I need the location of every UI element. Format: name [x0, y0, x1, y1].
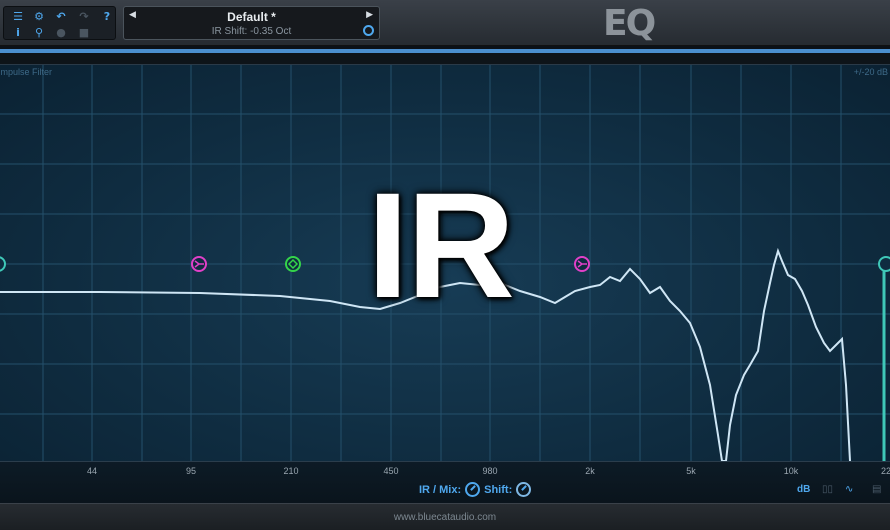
- filter-handle-1[interactable]: [0, 256, 6, 272]
- waveform-view-icon[interactable]: ∿: [845, 484, 853, 495]
- preset-name[interactable]: Default *: [124, 10, 379, 24]
- ir-mix-controls: IR / Mix: Shift:: [419, 482, 535, 497]
- footer-url[interactable]: www.bluecataudio.com: [0, 512, 890, 523]
- shift-knob-icon[interactable]: [516, 482, 532, 497]
- menu-icon[interactable]: ☰: [8, 9, 28, 23]
- redo-icon[interactable]: ↷: [74, 9, 94, 23]
- filter-handle-3[interactable]: [285, 256, 301, 272]
- freq-tick-10k: 10k: [783, 466, 799, 476]
- record-icon[interactable]: ●: [51, 25, 71, 39]
- lock-icon[interactable]: ■: [74, 25, 94, 39]
- bars-view-icon[interactable]: ▯▯: [822, 484, 833, 495]
- zoom-icon[interactable]: ⚲: [29, 25, 49, 39]
- filter-handle-2[interactable]: [191, 256, 207, 272]
- spectrum-view-icon[interactable]: ▤: [872, 484, 881, 495]
- freq-tick-980: 980: [482, 466, 498, 476]
- ir-shift-knob-icon[interactable]: [363, 25, 374, 36]
- eq-logo: EQ: [603, 3, 656, 44]
- top-toolbar: ☰ ⚙ ↶ ↷ ? i ⚲ ● ■ ◀ Default * ▶ IR Shift…: [0, 0, 890, 46]
- preset-subtitle: IR Shift: -0.35 Oct: [211, 26, 292, 37]
- filter-handle-5[interactable]: [878, 256, 890, 272]
- ir-overlay-title: IR: [367, 161, 515, 329]
- preset-next-icon[interactable]: ▶: [366, 10, 373, 20]
- freq-tick-210: 210: [283, 466, 299, 476]
- mix-knob-icon[interactable]: [465, 482, 481, 497]
- filter-handle-4[interactable]: [574, 256, 590, 272]
- freq-tick-95: 95: [185, 466, 197, 476]
- gear-icon[interactable]: ⚙: [29, 9, 49, 23]
- header-strip: [0, 53, 890, 65]
- graph-title: Impulse Filter: [0, 67, 53, 77]
- frequency-axis: 44 95 210 450 980 2k 5k 10k 22 IR / Mix:…: [0, 461, 890, 503]
- freq-tick-450: 450: [383, 466, 399, 476]
- freq-tick-2k: 2k: [585, 466, 595, 476]
- ir-label[interactable]: IR: [419, 484, 430, 496]
- preset-selector[interactable]: ◀ Default * ▶ IR Shift: -0.35 Oct: [123, 6, 380, 40]
- help-icon[interactable]: ?: [97, 9, 117, 23]
- freq-tick-5k: 5k: [686, 466, 696, 476]
- freq-tick-44: 44: [86, 466, 98, 476]
- mix-label: / Mix:: [433, 483, 462, 496]
- info-icon[interactable]: i: [8, 25, 28, 39]
- footer: www.bluecataudio.com: [0, 503, 890, 530]
- graph-range: +/-20 dB: [853, 67, 888, 77]
- shift-label: Shift:: [484, 483, 513, 496]
- db-view-button[interactable]: dB: [797, 484, 810, 495]
- tool-buttons: ☰ ⚙ ↶ ↷ ? i ⚲ ● ■: [3, 6, 116, 40]
- freq-tick-22: 22: [880, 466, 890, 476]
- undo-icon[interactable]: ↶: [51, 9, 71, 23]
